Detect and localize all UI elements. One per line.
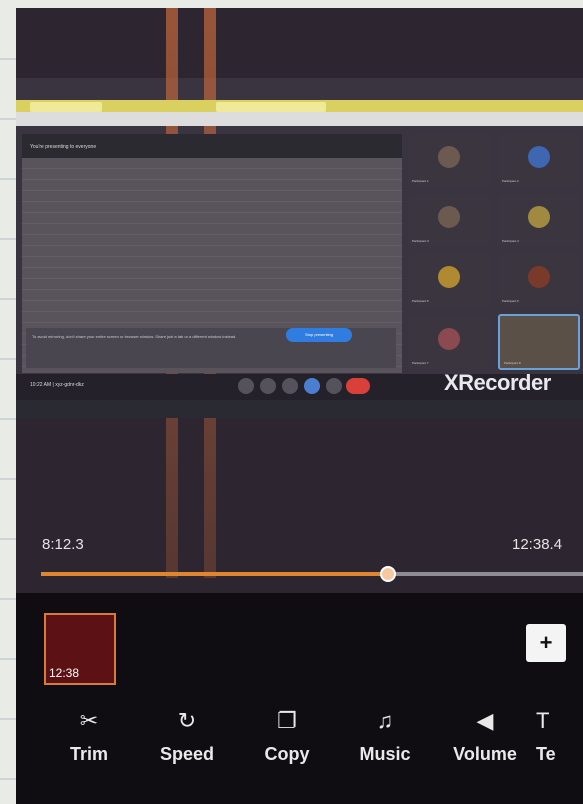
present-icon [304,378,320,394]
trim-button[interactable]: ✂ Trim [46,706,132,765]
presenting-banner: You're presenting to everyone [22,134,402,158]
participant-grid: Participant 1 Participant 2 Participant … [406,134,583,374]
clip-duration: 12:38 [49,666,80,680]
text-button[interactable]: T Te [536,706,583,765]
participant-tile: Participant 1 [408,134,490,186]
watermark: XRecorder [444,370,551,395]
volume-icon: ◀ [476,708,494,733]
browser-tab [216,102,326,112]
browser-tab [30,102,102,112]
music-icon: ♫ [376,708,394,733]
copy-button[interactable]: ❐ Copy [244,706,330,765]
copy-icon: ❐ [277,708,297,733]
participant-tile-active: Participant 8 [498,314,580,370]
music-button[interactable]: ♫ Music [342,706,428,765]
stop-presenting-button: Stop presenting [286,328,352,342]
browser-address-bar [16,112,583,126]
participant-tile: Participant 2 [498,134,580,186]
meeting-time: 10:22 AM | xyz-gdnr-dkz [30,382,84,388]
volume-button[interactable]: ◀ Volume [442,706,528,765]
scissors-icon: ✂ [79,708,99,733]
add-clip-button[interactable]: + [526,624,566,662]
camera-icon [260,378,276,394]
seek-progress [41,572,388,576]
text-icon: T [536,708,550,733]
more-icon [326,378,342,394]
total-time: 12:38.4 [512,536,563,553]
participant-tile: Participant 4 [498,194,580,246]
speed-icon: ↻ [177,708,197,733]
windows-taskbar [16,400,583,418]
seek-handle[interactable] [379,566,396,582]
participant-tile: Participant 3 [408,194,490,246]
mic-icon [238,378,254,394]
speed-button[interactable]: ↻ Speed [144,706,230,765]
hangup-icon [346,378,370,394]
participant-tile: Participant 5 [408,254,490,306]
participant-tile: Participant 6 [498,254,580,306]
phone-screen: You're presenting to everyone To avoid m… [16,8,583,804]
participant-tile: Participant 7 [408,316,490,368]
clip-thumbnail[interactable]: 12:38 [44,613,116,685]
current-time: 8:12.3 [42,536,84,553]
captions-icon [282,378,298,394]
